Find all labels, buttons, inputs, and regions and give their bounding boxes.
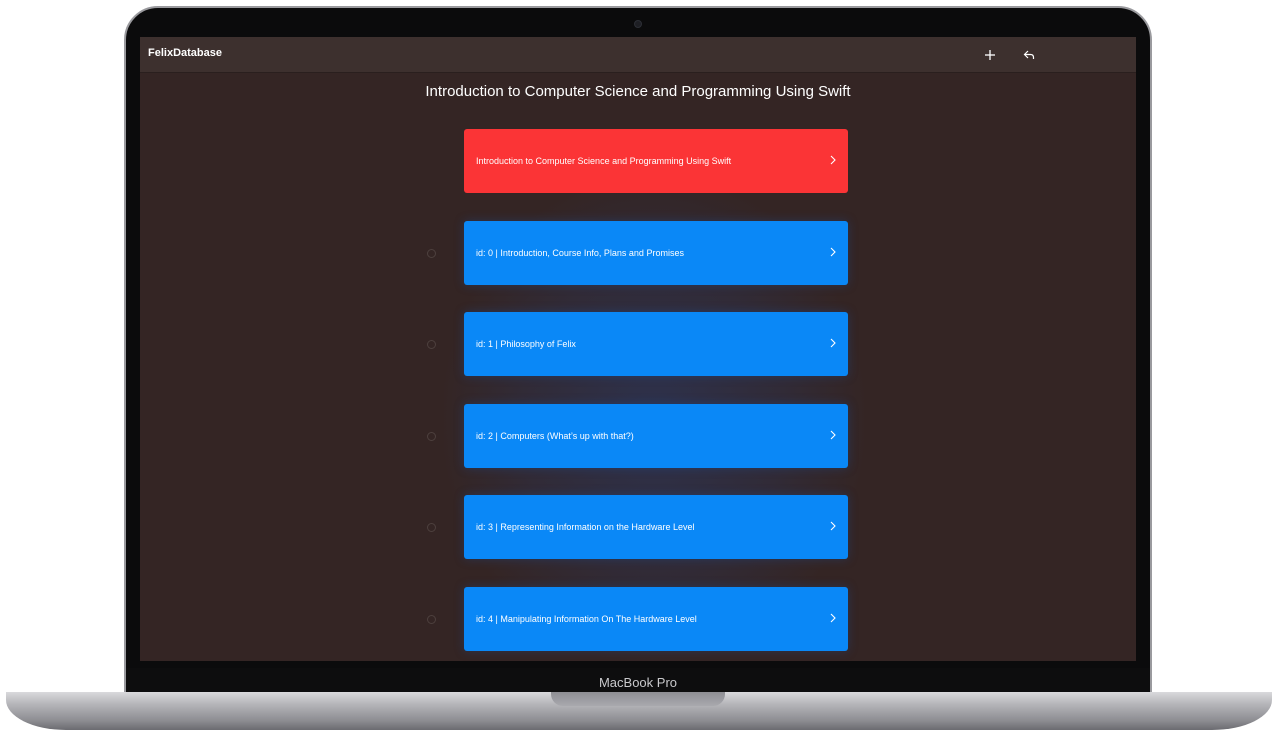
laptop-notch [551, 692, 725, 706]
chevron-right-icon [830, 155, 836, 165]
app-toolbar: FelixDatabase [140, 37, 1136, 73]
list-item-course[interactable]: Introduction to Computer Science and Pro… [464, 129, 848, 193]
list-item-label: id: 2 | Computers (What’s up with that?) [476, 431, 634, 441]
list-item-label: id: 3 | Representing Information on the … [476, 522, 695, 532]
app-window: FelixDatabase Introduction to Computer S… [140, 37, 1136, 661]
list-item-label: id: 0 | Introduction, Course Info, Plans… [476, 248, 684, 258]
list-item-label: Introduction to Computer Science and Pro… [476, 156, 732, 166]
chevron-right-icon [830, 613, 836, 623]
reply-back-icon [1023, 50, 1035, 59]
back-button[interactable] [1018, 44, 1040, 66]
chevron-right-icon [830, 247, 836, 257]
list-item-label: id: 4 | Manipulating Information On The … [476, 614, 697, 624]
add-button[interactable] [979, 44, 1001, 66]
list-item-0[interactable]: id: 0 | Introduction, Course Info, Plans… [464, 221, 848, 285]
radio-item-4[interactable] [427, 615, 436, 624]
radio-item-3[interactable] [427, 523, 436, 532]
list-item-3[interactable]: id: 3 | Representing Information on the … [464, 495, 848, 559]
list-item-label: id: 1 | Philosophy of Felix [476, 339, 576, 349]
chevron-right-icon [830, 521, 836, 531]
list-item-2[interactable]: id: 2 | Computers (What’s up with that?) [464, 404, 848, 468]
chevron-right-icon [830, 338, 836, 348]
device-brand-label: MacBook Pro [598, 675, 678, 690]
list-item-4[interactable]: id: 4 | Manipulating Information On The … [464, 587, 848, 651]
plus-icon [985, 50, 995, 60]
laptop-mockup: FelixDatabase Introduction to Computer S… [0, 0, 1280, 742]
app-title: FelixDatabase [148, 47, 222, 59]
page-title: Introduction to Computer Science and Pro… [425, 83, 851, 100]
radio-item-1[interactable] [427, 340, 436, 349]
chevron-right-icon [830, 430, 836, 440]
radio-item-2[interactable] [427, 432, 436, 441]
camera-dot [634, 20, 642, 28]
list-item-1[interactable]: id: 1 | Philosophy of Felix [464, 312, 848, 376]
radio-item-0[interactable] [427, 249, 436, 258]
